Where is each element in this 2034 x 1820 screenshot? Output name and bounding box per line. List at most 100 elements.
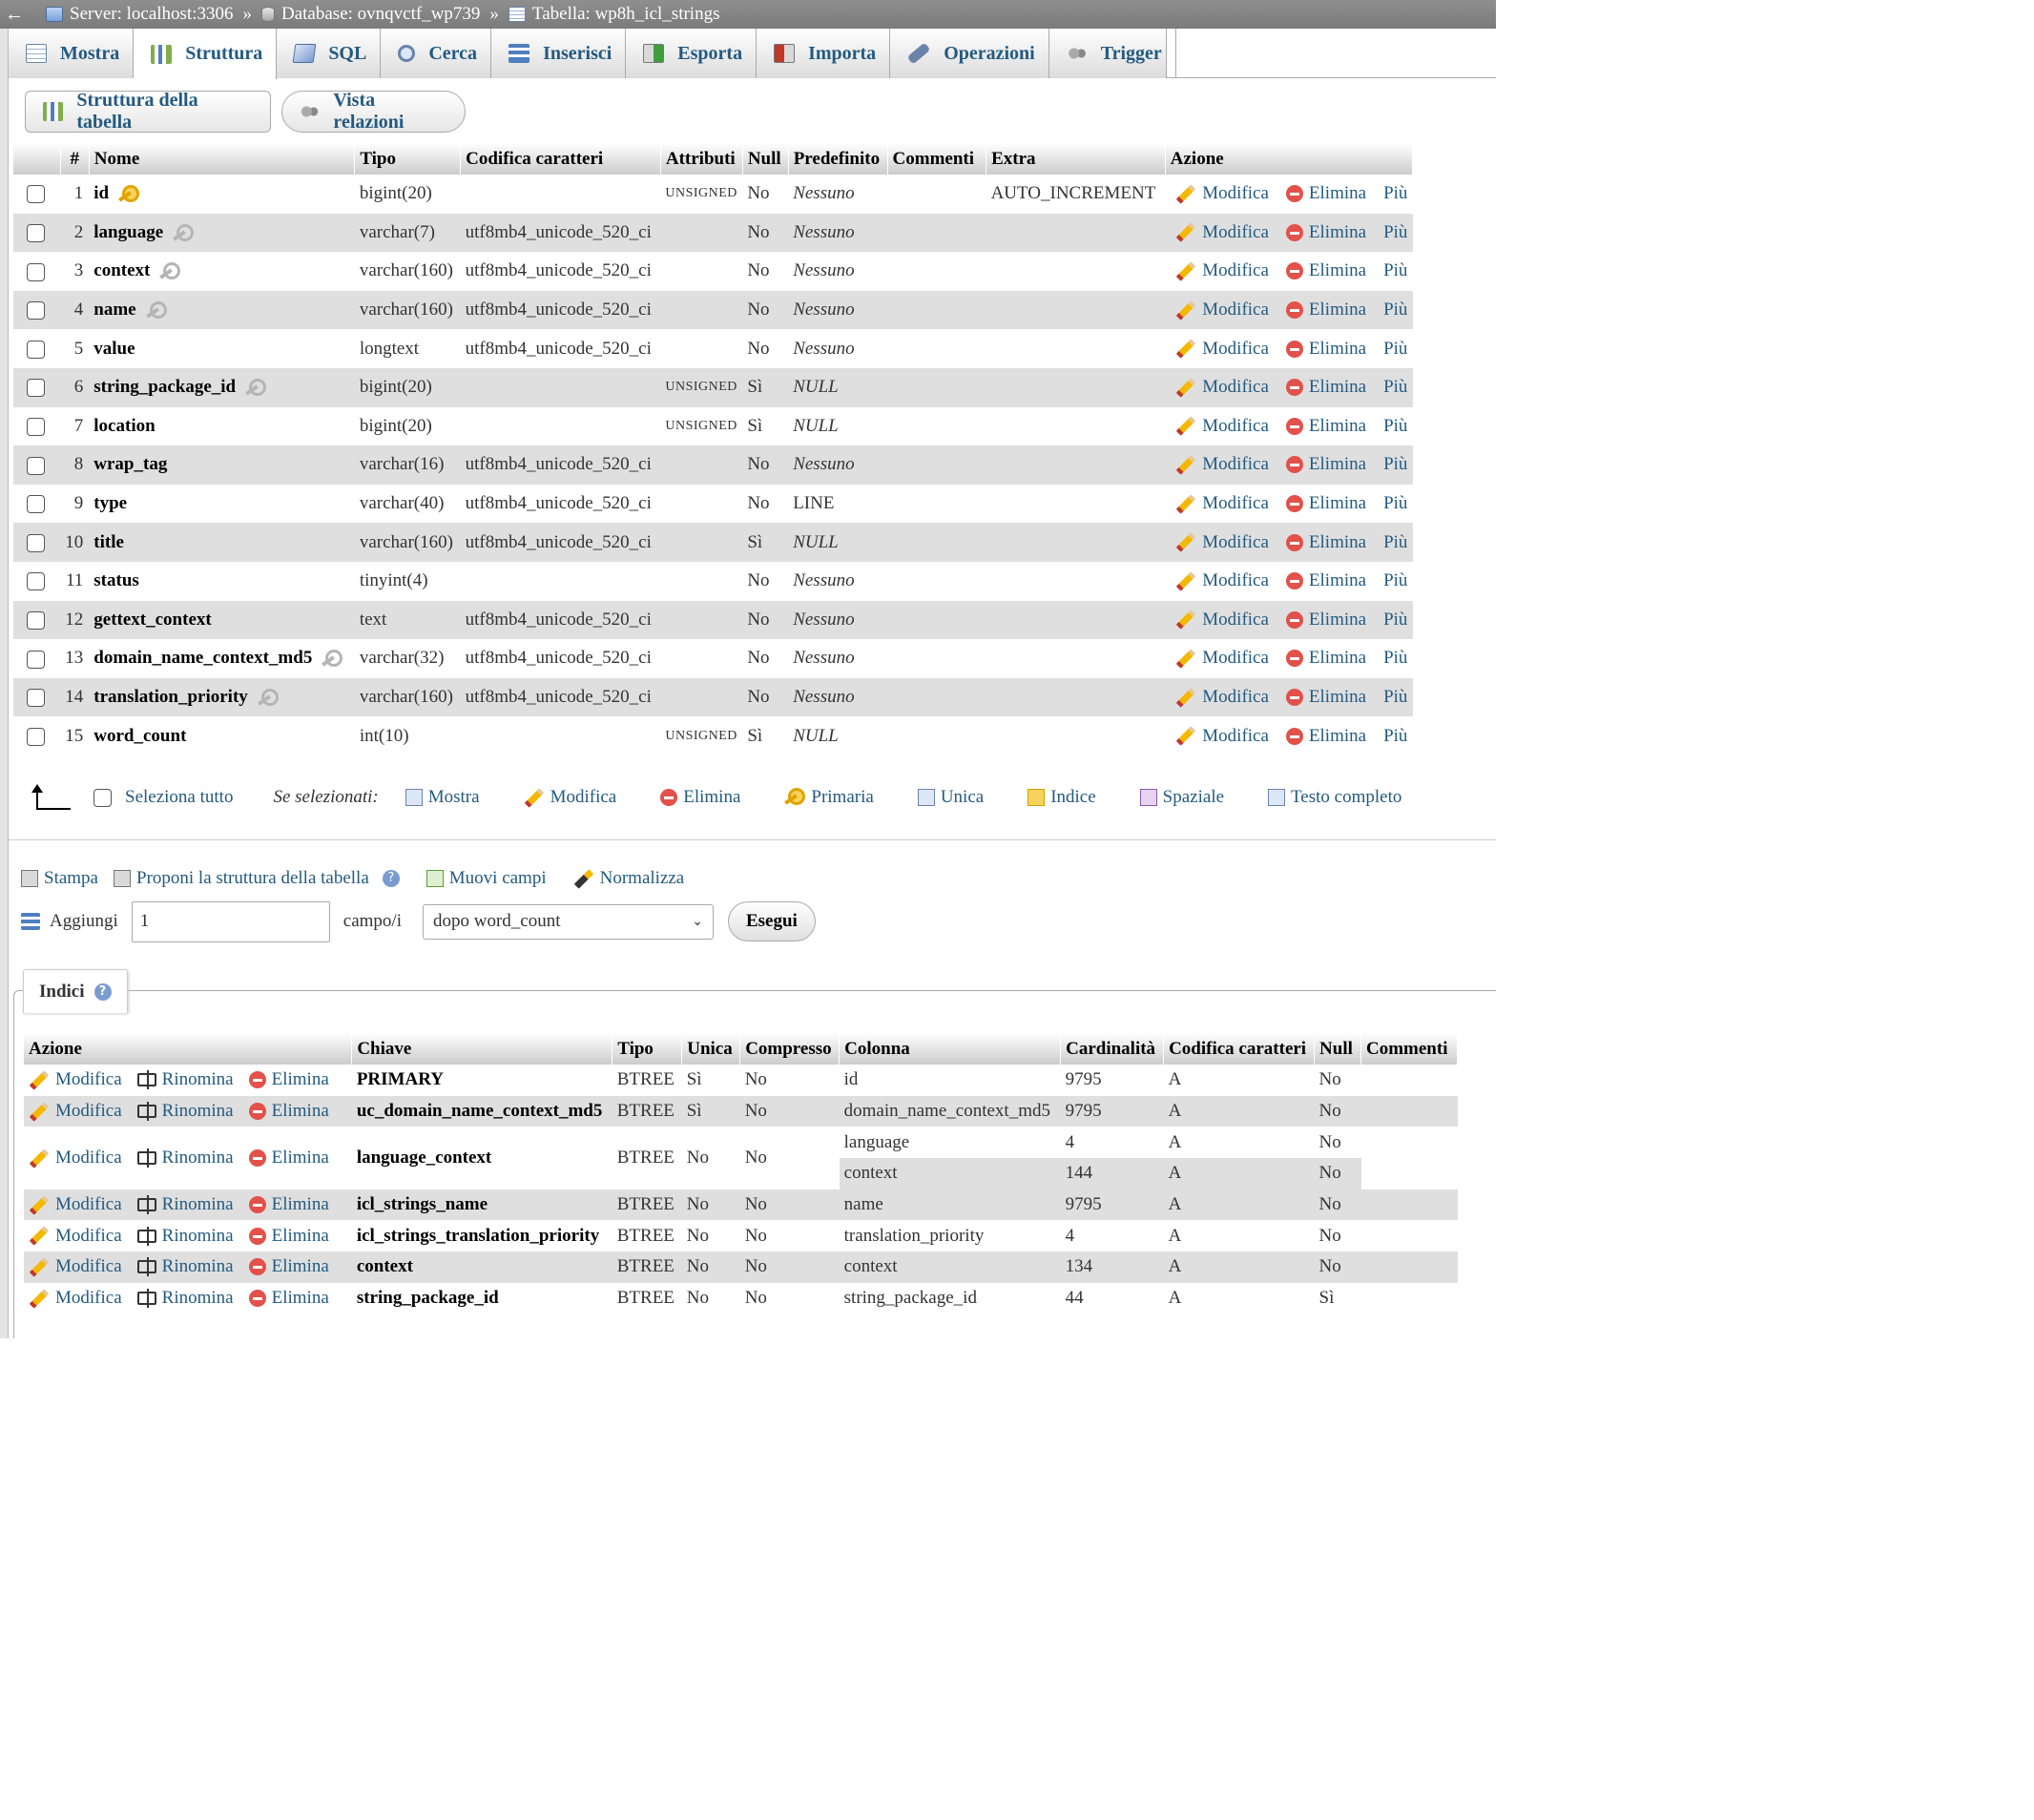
edit-column-link[interactable]: Modifica [1175,687,1269,708]
col-header-name[interactable]: Nome [89,143,356,175]
delete-column-link[interactable]: Elimina [1285,726,1366,747]
col-header-attributes[interactable]: Attributi [660,143,743,175]
column-name[interactable]: wrap_tag [93,454,167,474]
edit-column-link[interactable]: Modifica [1175,493,1269,514]
bulk-unique-button[interactable]: Unica [917,787,984,808]
edit-column-link[interactable]: Modifica [1175,222,1269,243]
delete-column-link[interactable]: Elimina [1285,687,1366,708]
column-count-input[interactable]: 1 [131,900,330,942]
move-columns-link[interactable]: Muovi campi [425,868,547,889]
edit-index-link[interactable]: Modifica [29,1194,122,1215]
edit-index-link[interactable]: Modifica [29,1288,122,1309]
column-name[interactable]: string_package_id [93,377,236,397]
delete-column-link[interactable]: Elimina [1285,339,1366,360]
delete-index-link[interactable]: Elimina [248,1256,329,1277]
edit-column-link[interactable]: Modifica [1175,183,1269,204]
row-checkbox[interactable] [27,379,45,398]
rename-index-link[interactable]: Rinomina [136,1288,234,1309]
bulk-spatial-button[interactable]: Spaziale [1139,787,1224,808]
more-actions-link[interactable]: Più [1383,648,1407,669]
col-header-type[interactable]: Tipo [354,143,462,175]
tab-trigger[interactable]: Trigger [1049,29,1176,78]
delete-column-link[interactable]: Elimina [1285,610,1366,631]
delete-column-link[interactable]: Elimina [1285,570,1366,591]
bulk-delete-button[interactable]: Elimina [660,787,740,808]
edit-column-link[interactable]: Modifica [1175,454,1269,475]
row-checkbox[interactable] [27,495,45,514]
select-all[interactable]: Seleziona tutto [93,787,233,808]
column-name[interactable]: gettext_context [93,610,211,630]
more-actions-link[interactable]: Più [1383,610,1407,631]
edit-column-link[interactable]: Modifica [1175,300,1269,321]
more-actions-link[interactable]: Più [1383,570,1407,591]
delete-column-link[interactable]: Elimina [1285,183,1366,204]
delete-index-link[interactable]: Elimina [248,1226,329,1247]
edit-index-link[interactable]: Modifica [29,1148,122,1169]
select-all-checkbox[interactable] [93,788,112,807]
tab-cerca[interactable]: Cerca [381,29,492,78]
delete-index-link[interactable]: Elimina [248,1148,329,1169]
edit-column-link[interactable]: Modifica [1175,726,1269,747]
row-checkbox[interactable] [27,650,45,669]
help-icon[interactable]: ? [93,982,112,1001]
breadcrumb-table[interactable]: Tabella: wp8h_icl_strings [508,4,720,25]
row-checkbox[interactable] [27,572,45,591]
column-name[interactable]: name [93,300,135,320]
rename-index-link[interactable]: Rinomina [136,1194,234,1215]
edit-column-link[interactable]: Modifica [1175,416,1269,437]
column-name[interactable]: id [93,183,109,203]
breadcrumb-table-label[interactable]: Tabella: wp8h_icl_strings [532,4,720,25]
row-checkbox[interactable] [27,301,45,321]
delete-column-link[interactable]: Elimina [1285,260,1366,281]
row-checkbox[interactable] [27,533,45,552]
col-header-default[interactable]: Predefinito [788,143,888,175]
edit-column-link[interactable]: Modifica [1175,570,1269,591]
edit-column-link[interactable]: Modifica [1175,260,1269,281]
execute-button[interactable]: Esegui [727,901,816,941]
delete-column-link[interactable]: Elimina [1285,532,1366,553]
position-select[interactable]: dopo word_count ⌄ [422,903,714,940]
edit-index-link[interactable]: Modifica [29,1069,122,1090]
rename-index-link[interactable]: Rinomina [136,1069,234,1090]
help-icon[interactable]: ? [382,870,400,887]
column-name[interactable]: status [93,570,139,590]
normalize-link[interactable]: Normalizza [573,868,684,889]
row-checkbox[interactable] [27,185,45,204]
print-link[interactable]: Stampa [21,868,98,889]
more-actions-link[interactable]: Più [1383,183,1407,204]
rename-index-link[interactable]: Rinomina [136,1226,234,1247]
tab-inserisci[interactable]: Inserisci [491,29,627,78]
col-header-collation[interactable]: Codifica caratteri [460,143,661,175]
more-actions-link[interactable]: Più [1383,416,1407,437]
select-all-label[interactable]: Seleziona tutto [125,787,233,808]
row-checkbox[interactable] [27,727,45,746]
bulk-fulltext-button[interactable]: Testo completo [1268,787,1401,808]
edit-column-link[interactable]: Modifica [1175,648,1269,669]
more-actions-link[interactable]: Più [1383,222,1407,243]
column-name[interactable]: translation_priority [93,687,248,707]
column-name[interactable]: context [93,260,150,280]
column-name[interactable]: type [93,493,127,513]
col-header-extra[interactable]: Extra [986,143,1166,175]
row-checkbox[interactable] [27,610,45,630]
delete-column-link[interactable]: Elimina [1285,648,1366,669]
more-actions-link[interactable]: Più [1383,493,1407,514]
bulk-browse-button[interactable]: Mostra [405,787,480,808]
column-name[interactable]: word_count [93,726,186,746]
delete-column-link[interactable]: Elimina [1285,377,1366,398]
delete-column-link[interactable]: Elimina [1285,222,1366,243]
rename-index-link[interactable]: Rinomina [136,1101,234,1122]
indexes-tab[interactable]: Indici ? [23,969,128,1013]
row-checkbox[interactable] [27,418,45,436]
propose-structure-link[interactable]: Proponi la struttura della tabella? [114,868,400,889]
more-actions-link[interactable]: Più [1383,300,1407,321]
edit-column-link[interactable]: Modifica [1175,532,1269,553]
tab-sql[interactable]: SQL [277,29,382,78]
row-checkbox[interactable] [27,262,45,281]
column-name[interactable]: value [93,339,135,359]
breadcrumb-database[interactable]: Database: ovnqvctf_wp739 [261,4,480,25]
bulk-index-button[interactable]: Indice [1027,787,1096,808]
more-actions-link[interactable]: Più [1383,454,1407,475]
tab-esporta[interactable]: Esporta [626,29,758,78]
column-name[interactable]: domain_name_context_md5 [93,648,312,668]
